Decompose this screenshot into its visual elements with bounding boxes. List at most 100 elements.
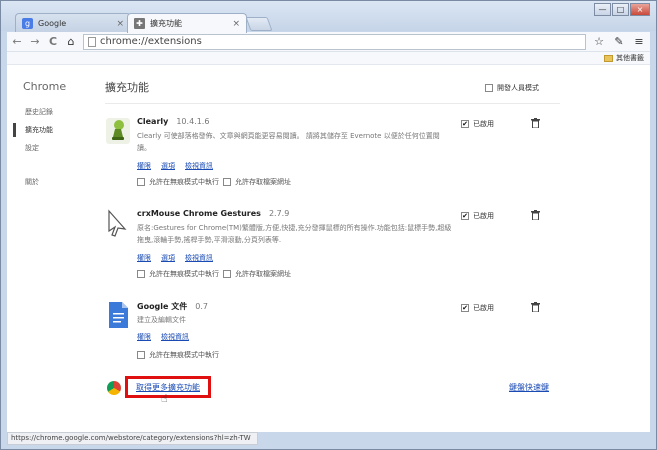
extension-options: 允許在無痕模式中執行 [137,350,219,360]
extension-action-icon[interactable]: ✎ [612,35,626,48]
browser-window: g Google × ✚ 擴充功能 × — □ × ← → C ⌂ chrome… [0,0,657,450]
tab-google[interactable]: g Google × [15,13,131,33]
incognito-checkbox[interactable] [137,351,145,359]
hand-cursor-icon: ☝ [161,392,168,405]
forward-arrow-icon[interactable]: → [29,35,41,48]
close-tab-icon[interactable]: × [116,19,124,29]
clearly-lamp-icon [106,118,130,144]
permissions-link[interactable]: 權限 [137,332,151,342]
reload-icon[interactable]: C [47,35,59,48]
active-marker [13,123,16,137]
developer-mode-checkbox[interactable] [485,84,493,92]
extension-name: Google 文件 0.7 [137,301,208,312]
sidebar-item-extensions[interactable]: 擴充功能 [25,125,53,135]
extension-name: crxMouse Chrome Gestures 2.7.9 [137,209,289,218]
permissions-link[interactable]: 權限 [137,161,151,171]
file-access-checkbox[interactable] [223,270,231,278]
details-link[interactable]: 檢視資訊 [185,161,213,171]
close-tab-icon[interactable]: × [232,19,240,29]
extension-item-google-docs: Google 文件 0.7 建立及編輯文件 權限 檢視資訊 允許在無痕模式中執行 … [105,301,575,361]
keyboard-shortcuts-link[interactable]: 鍵盤快速鍵 [509,382,549,393]
other-bookmarks[interactable]: 其他書籤 [604,53,644,63]
incognito-label: 允許在無痕模式中執行 [149,270,219,278]
address-bar[interactable]: chrome://extensions [83,33,586,50]
enabled-label: 已啟用 [473,120,494,128]
enabled-checkbox[interactable]: ✔ [461,212,469,220]
trash-icon[interactable] [531,118,540,128]
minimize-button[interactable]: — [594,3,611,16]
other-bookmarks-label: 其他書籤 [616,54,644,62]
extension-version: 2.7.9 [268,209,290,218]
title-bar: g Google × ✚ 擴充功能 × — □ × [1,1,656,33]
extension-item-crxmouse: crxMouse Chrome Gestures 2.7.9 原名:Gesture… [105,209,575,289]
file-access-checkbox[interactable] [223,178,231,186]
google-docs-icon [109,302,128,328]
page-icon [88,36,96,47]
extension-name-text: Clearly [137,117,169,126]
extension-options: 允許在無痕模式中執行 允許存取檔案網址 [137,177,291,187]
extension-description: 建立及編輯文件 [137,316,186,324]
web-store-icon [107,381,121,395]
extension-description: Clearly 可使部落格發佈、文章與網頁能更容易閱讀。 請將其儲存至 Ever… [137,132,440,152]
file-access-label: 允許存取檔案網址 [235,270,291,278]
trash-icon[interactable] [531,302,540,312]
enabled-label: 已啟用 [473,304,494,312]
puzzle-icon: ✚ [134,18,145,29]
navigation-toolbar: ← → C ⌂ chrome://extensions ☆ ✎ ≡ [7,32,650,52]
details-link[interactable]: 檢視資訊 [185,253,213,263]
incognito-checkbox[interactable] [137,270,145,278]
back-arrow-icon[interactable]: ← [11,35,23,48]
google-g-icon: g [22,18,33,29]
enabled-label: 已啟用 [473,212,494,220]
file-access-label: 允許存取檔案網址 [235,178,291,186]
incognito-label: 允許在無痕模式中執行 [149,351,219,359]
options-link[interactable]: 選項 [161,253,175,263]
home-icon[interactable]: ⌂ [65,35,77,48]
extension-links: 權限 選項 檢視資訊 [137,253,213,263]
extension-version: 0.7 [195,302,208,311]
menu-icon[interactable]: ≡ [632,35,646,48]
status-bar: https://chrome.google.com/webstore/categ… [7,432,258,445]
folder-icon [604,54,613,62]
tab-extensions[interactable]: ✚ 擴充功能 × [127,13,247,33]
enabled-checkbox[interactable]: ✔ [461,120,469,128]
page-content: Chrome 歷史記錄 擴充功能 設定 關於 擴充功能 開發人員模式 Clear… [7,65,650,432]
enabled-toggle[interactable]: ✔ 已啟用 [461,303,494,313]
tab-title: 擴充功能 [150,19,182,28]
new-tab-button[interactable] [245,17,273,31]
get-more-extensions-link[interactable]: 取得更多擴充功能 [125,376,211,398]
close-window-button[interactable]: × [630,3,650,16]
mouse-cursor-icon [108,209,127,237]
bookmarks-bar: 其他書籤 [7,52,650,65]
extension-description: 原名:Gestures for Chrome(TM)繁體版,方便,快捷,充分發揮… [137,224,452,244]
extension-item-clearly: Clearly 10.4.1.6 Clearly 可使部落格發佈、文章與網頁能更容… [105,117,575,197]
page-title: 擴充功能 [105,81,149,94]
developer-mode-label: 開發人員模式 [497,84,539,92]
star-bookmark-icon[interactable]: ☆ [592,35,606,48]
details-link[interactable]: 檢視資訊 [161,332,189,342]
options-link[interactable]: 選項 [161,161,175,171]
enabled-checkbox[interactable]: ✔ [461,304,469,312]
maximize-button[interactable]: □ [612,3,629,16]
extension-options: 允許在無痕模式中執行 允許存取檔案網址 [137,269,291,279]
enabled-toggle[interactable]: ✔ 已啟用 [461,211,494,221]
chrome-brand: Chrome [23,80,67,93]
window-controls: — □ × [594,3,650,16]
incognito-label: 允許在無痕模式中執行 [149,178,219,186]
incognito-checkbox[interactable] [137,178,145,186]
sidebar-item-settings[interactable]: 設定 [25,143,39,153]
tab-title: Google [38,19,67,28]
extension-name: Clearly 10.4.1.6 [137,117,209,126]
extension-version: 10.4.1.6 [176,117,210,126]
extension-name-text: crxMouse Chrome Gestures [137,209,261,218]
extension-links: 權限 檢視資訊 [137,332,189,342]
url-text: chrome://extensions [100,36,202,47]
permissions-link[interactable]: 權限 [137,253,151,263]
sidebar-item-history[interactable]: 歷史記錄 [25,107,53,117]
enabled-toggle[interactable]: ✔ 已啟用 [461,119,494,129]
developer-mode-toggle[interactable]: 開發人員模式 [485,83,539,93]
sidebar-item-about[interactable]: 關於 [25,177,39,187]
extension-name-text: Google 文件 [137,302,188,311]
extension-links: 權限 選項 檢視資訊 [137,161,213,171]
trash-icon[interactable] [531,210,540,220]
